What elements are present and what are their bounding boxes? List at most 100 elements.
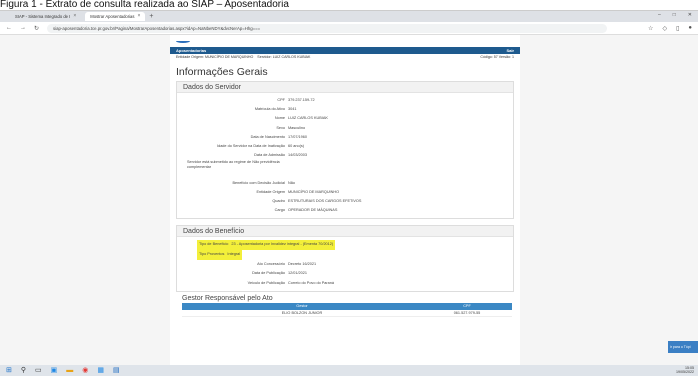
field-label: Ato Concessório bbox=[257, 261, 285, 266]
system-clock[interactable]: 15:05 19/05/2022 bbox=[676, 366, 694, 374]
app-icon[interactable]: ▤ bbox=[113, 366, 120, 375]
field-value: 3041 bbox=[288, 107, 297, 112]
app-name[interactable]: Aposentadorias bbox=[176, 48, 206, 53]
field-value: Decreto 16/2021 bbox=[288, 261, 317, 266]
figure-caption: Figura 1 - Extrato de consulta realizada… bbox=[0, 0, 289, 10]
gestor-section-title: Gestor Responsável pelo Ato bbox=[182, 295, 273, 303]
field-label: Servidor está submetido ao regime de Não… bbox=[187, 160, 280, 170]
field-value: Masculino bbox=[288, 125, 306, 130]
record-meta: Entidade Origem: MUNICÍPIO DE MARQUINHO … bbox=[170, 54, 520, 61]
field-label: Quadro bbox=[272, 199, 285, 204]
search-icon[interactable]: ⚲ bbox=[21, 366, 26, 375]
close-icon[interactable]: × bbox=[73, 12, 76, 21]
back-icon[interactable]: ← bbox=[6, 25, 12, 31]
field-row: Benefício com Decisão Judicial Não bbox=[177, 179, 513, 188]
field-label: Data de Publicação bbox=[252, 271, 285, 276]
field-label: Nome bbox=[274, 116, 285, 121]
field-row: Ato Concessório Decreto 16/2021 bbox=[177, 260, 513, 270]
field-label: Tipo de Benefício bbox=[199, 242, 229, 247]
window-controls: – □ ✕ bbox=[658, 12, 692, 18]
field-row: Sexo Masculino bbox=[177, 124, 513, 133]
window-close-icon[interactable]: ✕ bbox=[688, 12, 692, 18]
servidor-label: Servidor: bbox=[257, 55, 272, 59]
field-row: Tipo de Benefício 23 - Aposentadoria por … bbox=[177, 240, 513, 251]
store-icon[interactable]: ▦ bbox=[97, 366, 104, 375]
servidor-panel: Dados do Servidor CPF 379.237.159-72 Matrí… bbox=[176, 81, 514, 220]
forward-icon[interactable]: → bbox=[20, 25, 26, 31]
windows-taskbar: ⊞ ⚲ ▭ ▣ ▬ ◉ ▦ ▤ 15:05 19/05/2022 bbox=[0, 365, 698, 376]
field-label: Idade do Servidor na Data de Inativação bbox=[217, 143, 285, 148]
field-row: Servidor está submetido ao regime de Não… bbox=[177, 160, 513, 178]
gestor-name-cell: ELIO BOLZON JUNIOR bbox=[281, 311, 323, 316]
field-label: CPF bbox=[277, 98, 285, 102]
field-row: Entidade Origem MUNICÍPIO DE MARQUINHO bbox=[177, 188, 513, 197]
sidebar-icon[interactable]: ▯ bbox=[676, 25, 679, 32]
field-value: Correio do Povo do Paraná bbox=[288, 280, 335, 285]
browser-tab-bar: SIAP - Sistema Integrado de I × Mostrar … bbox=[0, 11, 698, 22]
beneficio-field-list: Tipo de Benefício 23 - Aposentadoria por … bbox=[177, 237, 513, 291]
maximize-icon[interactable]: □ bbox=[673, 12, 676, 18]
address-bar: ← → ↻ siap-aposentadoria.tce.pr.gov.br/P… bbox=[0, 22, 698, 35]
screenshot-frame: SIAP - Sistema Integrado de I × Mostrar … bbox=[0, 10, 698, 376]
bookmark-star-icon[interactable]: ☆ bbox=[648, 25, 653, 32]
logo-mark bbox=[176, 39, 190, 43]
field-label: Tipo Proventos bbox=[199, 252, 225, 257]
field-value: Não bbox=[288, 180, 295, 185]
task-view-icon[interactable]: ▭ bbox=[35, 366, 42, 375]
file-explorer-icon[interactable]: ▬ bbox=[66, 366, 73, 375]
highlighted-field: Tipo de Benefício 23 - Aposentadoria por … bbox=[197, 240, 336, 251]
notification-toast[interactable]: ir para o Tópi bbox=[668, 341, 698, 353]
field-value: LUIZ CARLOS KUBIAK bbox=[288, 116, 328, 121]
field-row: Data de Admissão 14/03/2003 bbox=[177, 151, 513, 160]
field-label: Benefício com Decisão Judicial bbox=[232, 180, 285, 185]
servidor-panel-title: Dados do Servidor bbox=[177, 82, 513, 93]
field-row: Cargo OPERADOR DE MÁQUINAS bbox=[177, 206, 513, 215]
codigo-versao: Código: 57 Versão: 1 bbox=[480, 55, 514, 59]
field-value: 17/07/1960 bbox=[288, 134, 308, 139]
table-row: ELIO BOLZON JUNIOR 061.527.979-55 bbox=[182, 310, 512, 318]
field-label: Data de Admissão bbox=[254, 153, 285, 158]
url-field[interactable]: siap-aposentadoria.tce.pr.gov.br/Pagina/… bbox=[47, 23, 608, 33]
entidade-value: MUNICÍPIO DE MARQUINHO bbox=[204, 55, 254, 59]
windows-start-icon[interactable]: ⊞ bbox=[6, 366, 12, 375]
field-label: Data de Nascimento bbox=[250, 134, 285, 139]
extensions-icon[interactable]: ◇ bbox=[662, 25, 667, 32]
field-row: Quadro ESTRUTURAIS DOS CARGOS EFETIVOS bbox=[177, 197, 513, 206]
gestor-table-header: Gestor CPF bbox=[182, 303, 512, 311]
field-value: 23 - Aposentadoria por Invalidez integra… bbox=[231, 242, 334, 247]
close-icon[interactable]: × bbox=[137, 12, 140, 21]
entity-server-line: Entidade Origem: MUNICÍPIO DE MARQUINHO … bbox=[176, 54, 310, 61]
field-label: Sexo bbox=[276, 125, 285, 130]
logout-link[interactable]: Sair bbox=[506, 48, 514, 53]
page-title: Informações Gerais bbox=[176, 66, 268, 78]
field-row: CPF 379.237.159-72 bbox=[177, 96, 513, 105]
field-row: Nome LUIZ CARLOS KUBIAK bbox=[177, 114, 513, 123]
field-row: Data de Publicação 12/01/2021 bbox=[177, 269, 513, 279]
content-column: Aposentadorias Sair Entidade Origem: MUN… bbox=[170, 35, 520, 366]
reload-icon[interactable]: ↻ bbox=[34, 25, 39, 32]
new-tab-icon[interactable]: + bbox=[149, 12, 153, 21]
field-row: Idade do Servidor na Data de Inativação 6… bbox=[177, 142, 513, 151]
browser-toolbar-icons: ☆ ◇ ▯ ● bbox=[648, 25, 692, 32]
chrome-icon[interactable]: ◉ bbox=[82, 366, 88, 375]
entidade-label: Entidade Origem: bbox=[176, 55, 204, 59]
browser-tab-aposentadorias[interactable]: Mostrar Aposentadorias × bbox=[85, 12, 146, 21]
field-value: ESTRUTURAIS DOS CARGOS EFETIVOS bbox=[288, 199, 362, 204]
field-label: Veículo de Publicação bbox=[247, 280, 285, 285]
field-row: Tipo Proventos Integral bbox=[177, 250, 513, 260]
web-page: Aposentadorias Sair Entidade Origem: MUN… bbox=[0, 35, 698, 366]
widgets-icon[interactable]: ▣ bbox=[51, 366, 58, 375]
site-logo bbox=[170, 35, 520, 47]
servidor-value: LUIZ CARLOS KUBIAK bbox=[272, 55, 311, 59]
minimize-icon[interactable]: – bbox=[658, 12, 661, 18]
servidor-field-list: CPF 379.237.159-72 Matrícula do Ativo 3041 N… bbox=[177, 93, 513, 218]
browser-tab-siap[interactable]: SIAP - Sistema Integrado de I × bbox=[10, 12, 81, 21]
field-value: OPERADOR DE MÁQUINAS bbox=[288, 208, 338, 213]
field-label: Matrícula do Ativo bbox=[254, 107, 285, 112]
field-label: Entidade Origem bbox=[256, 189, 286, 194]
profile-icon[interactable]: ● bbox=[688, 25, 692, 32]
gestor-cpf-cell: 061.527.979-55 bbox=[453, 311, 481, 316]
gestor-table: Gestor CPF ELIO BOLZON JUNIOR 061.527.97… bbox=[182, 303, 512, 318]
beneficio-panel-title: Dados do Benefício bbox=[177, 226, 513, 238]
clock-date: 19/05/2022 bbox=[676, 370, 694, 374]
